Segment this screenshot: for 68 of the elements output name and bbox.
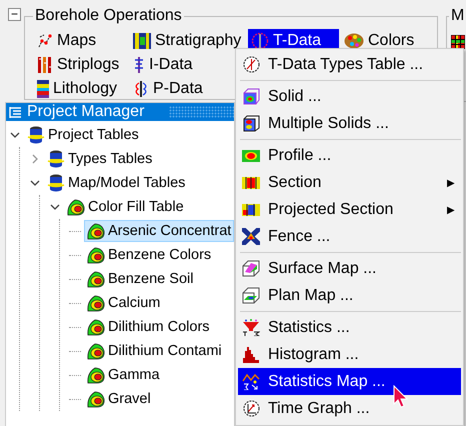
menu-item[interactable]: Histogram ... — [238, 341, 461, 368]
map-icon — [37, 32, 53, 48]
cursor-icon — [393, 385, 409, 409]
time-graph-icon — [242, 400, 260, 417]
menu-item[interactable]: Solid ... — [238, 83, 461, 110]
contour-icon — [87, 222, 105, 240]
section-icon — [242, 176, 260, 188]
contour-icon — [87, 342, 105, 360]
tree-item[interactable]: Benzene Colors — [84, 244, 214, 266]
contour-icon — [87, 246, 105, 264]
tree-list-icon — [9, 106, 22, 118]
database-icon — [47, 174, 65, 192]
fence-icon — [242, 228, 260, 245]
menu-item[interactable]: T-Data Types Table ... — [238, 51, 461, 78]
toolbar-button[interactable]: Striplogs — [34, 53, 122, 76]
tree-item[interactable]: Project Tables — [24, 124, 142, 146]
well-icon — [133, 56, 145, 72]
tree-item[interactable]: Calcium — [84, 292, 164, 314]
solid-icon — [242, 88, 260, 105]
group-title: Borehole Operations — [33, 6, 184, 26]
panel-title: Project Manager — [27, 103, 144, 121]
menu-item[interactable]: Plan Map ... — [238, 282, 461, 309]
tree-item[interactable]: Benzene Soil — [84, 268, 196, 290]
contour-icon — [67, 198, 85, 216]
contour-icon — [87, 390, 105, 408]
menu-item[interactable]: Section ▶ — [238, 169, 461, 196]
toolbar-button[interactable]: I-Data — [130, 53, 196, 76]
tree-item[interactable]: Gravel — [84, 388, 154, 410]
collapse-button[interactable]: − — [8, 8, 21, 21]
menu-item[interactable]: Fence ... — [238, 223, 461, 250]
contour-icon — [87, 294, 105, 312]
menu-item[interactable]: Projected Section ▶ — [238, 196, 461, 223]
grip-pattern — [169, 106, 234, 118]
menu-item[interactable]: Surface Map ... — [238, 255, 461, 282]
chart-icon — [242, 373, 260, 390]
strata-icon — [133, 32, 151, 48]
menu-item[interactable]: Profile ... — [238, 142, 461, 169]
tree-item[interactable]: Dilithium Colors — [84, 316, 213, 338]
toolbar-button[interactable]: P-Data — [130, 77, 206, 100]
menu-item[interactable]: Time Graph ... — [238, 395, 461, 422]
plan-map-icon — [242, 287, 260, 304]
tree-item[interactable]: Map/Model Tables — [44, 172, 188, 194]
tree-item[interactable]: Arsenic Concentrat — [84, 220, 234, 242]
lithology-icon — [37, 80, 49, 98]
toolbar-button[interactable]: Lithology — [34, 77, 120, 100]
funnel-icon — [242, 319, 260, 336]
tree-item[interactable]: Types Tables — [44, 148, 156, 170]
menu-item[interactable]: Statistics Map ... — [238, 368, 461, 395]
grid-icon[interactable] — [451, 35, 465, 49]
section-icon — [242, 204, 260, 216]
database-icon — [27, 126, 45, 144]
surface-icon — [242, 260, 260, 277]
toolbar-button[interactable]: Maps — [34, 29, 100, 52]
database-icon — [47, 150, 65, 168]
circle-icon — [251, 32, 269, 50]
contour-icon — [87, 270, 105, 288]
contour-icon — [87, 366, 105, 384]
tree-item[interactable]: Dilithium Contami — [84, 340, 225, 362]
gauge-icon — [242, 56, 260, 73]
histogram-icon — [242, 346, 260, 363]
tree-item[interactable]: Color Fill Table — [64, 196, 187, 218]
palette-icon — [344, 32, 364, 48]
contour-icon — [87, 318, 105, 336]
solids-icon — [242, 115, 260, 132]
menu-item[interactable]: Multiple Solids ... — [238, 110, 461, 137]
menu-item[interactable]: Statistics ... — [238, 314, 461, 341]
tree-item[interactable]: Gamma — [84, 364, 163, 386]
log-icon — [37, 56, 53, 72]
